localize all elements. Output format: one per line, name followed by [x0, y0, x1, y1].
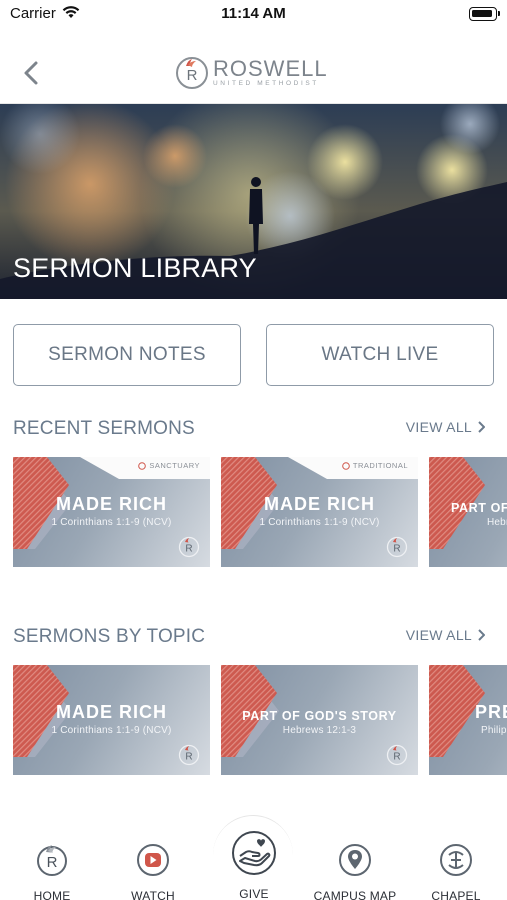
scripture-reference: 1 Corinthians 1:1-9 (NCV)	[259, 517, 380, 528]
nav-bar: R ROSWELL UNITED METHODIST	[0, 42, 507, 104]
roswell-logo-icon: R	[37, 845, 67, 876]
hero-banner: SERMON LIBRARY	[0, 104, 507, 299]
tab-bar: R HOME WATCH GIVE CAMPUS MAP CHAPEL	[0, 815, 507, 900]
church-logo: R ROSWELL UNITED METHODIST	[175, 56, 328, 90]
recent-view-all-link[interactable]: VIEW ALL	[406, 419, 485, 435]
view-all-label: VIEW ALL	[405, 627, 472, 643]
tab-label: HOME	[33, 889, 71, 900]
sermon-card[interactable]: PART OF GOD'S STORY Hebrews 12:1-3	[429, 457, 507, 567]
logo-name: ROSWELL	[213, 56, 328, 82]
roswell-logo-icon: R	[176, 57, 208, 89]
scripture-reference: 1 Corinthians 1:1-9 (NCV)	[51, 725, 172, 736]
topic-title: MADE RICH	[56, 702, 167, 722]
hero-title: SERMON LIBRARY	[13, 253, 257, 283]
tab-label: CAMPUS MAP	[313, 889, 397, 900]
service-name: TRADITIONAL	[352, 461, 408, 470]
view-all-label: VIEW ALL	[405, 419, 472, 435]
chevron-right-icon	[478, 421, 485, 433]
tab-watch[interactable]: WATCH	[103, 842, 203, 900]
sermon-title: MADE RICH	[56, 494, 167, 514]
sermons-by-topic-carousel[interactable]: MADE RICH 1 Corinthians 1:1-9 (NCV) R PA…	[13, 665, 507, 777]
svg-text:R: R	[393, 752, 400, 763]
service-label: TRADITIONAL	[342, 461, 408, 470]
roswell-mini-icon	[138, 461, 147, 470]
scripture-reference: Hebrews 12:1-3	[487, 517, 507, 528]
sermons-by-topic-heading: SERMONS BY TOPIC	[13, 626, 206, 647]
topics-view-all-link[interactable]: VIEW ALL	[406, 627, 485, 643]
service-name: SANCTUARY	[149, 461, 200, 470]
watch-live-button[interactable]: WATCH LIVE	[266, 324, 494, 386]
sermon-card[interactable]: SANCTUARY MADE RICH 1 Corinthians 1:1-9 …	[13, 457, 210, 567]
sermon-notes-button[interactable]: SERMON NOTES	[13, 324, 241, 386]
scripture-reference: 1 Corinthians 1:1-9 (NCV)	[51, 517, 172, 528]
roswell-logo-icon: R	[178, 744, 200, 766]
tab-label: WATCH	[131, 889, 175, 900]
chevron-left-icon	[24, 61, 38, 85]
give-hand-heart-icon	[232, 831, 276, 875]
roswell-logo-icon: R	[178, 536, 200, 558]
topic-card[interactable]: PART OF GOD'S STORY Hebrews 12:1-3 R	[221, 665, 418, 775]
play-icon	[137, 844, 169, 876]
chapel-icon	[440, 844, 472, 876]
tab-chapel[interactable]: CHAPEL	[406, 842, 506, 900]
battery-icon	[469, 7, 500, 21]
topic-title: PRE	[475, 702, 507, 722]
roswell-mini-icon	[342, 461, 350, 470]
svg-text:R: R	[185, 752, 192, 763]
svg-text:R: R	[187, 67, 198, 84]
sermon-card[interactable]: TRADITIONAL MADE RICH 1 Corinthians 1:1-…	[221, 457, 418, 567]
topic-card[interactable]: MADE RICH 1 Corinthians 1:1-9 (NCV) R	[13, 665, 210, 775]
roswell-logo-icon: R	[386, 536, 408, 558]
topic-title: PART OF GOD'S STORY	[242, 709, 397, 723]
recent-sermons-heading: RECENT SERMONS	[13, 418, 195, 439]
svg-text:R: R	[393, 544, 400, 555]
sermon-title: MADE RICH	[264, 494, 375, 514]
tab-label: GIVE	[239, 887, 269, 900]
sermon-title: PART OF GOD'S STORY	[451, 501, 507, 515]
svg-text:R: R	[47, 854, 58, 871]
back-button[interactable]	[16, 56, 48, 90]
tab-campus-map[interactable]: CAMPUS MAP	[305, 842, 405, 900]
tab-home[interactable]: R HOME	[2, 842, 102, 900]
scripture-reference: Philip	[481, 725, 507, 736]
status-bar: Carrier 11:14 AM	[0, 0, 507, 30]
map-pin-icon	[339, 844, 371, 876]
roswell-logo-icon: R	[386, 744, 408, 766]
chevron-right-icon	[478, 629, 485, 641]
recent-sermons-carousel[interactable]: SANCTUARY MADE RICH 1 Corinthians 1:1-9 …	[13, 457, 507, 569]
logo-subtitle: UNITED METHODIST	[213, 80, 319, 88]
topic-card[interactable]: PRE Philip	[429, 665, 507, 775]
service-label: SANCTUARY	[138, 461, 200, 470]
scripture-reference: Hebrews 12:1-3	[282, 725, 357, 736]
tab-label: CHAPEL	[431, 889, 481, 900]
status-time: 11:14 AM	[221, 5, 286, 22]
svg-text:R: R	[185, 544, 192, 555]
tab-give[interactable]: GIVE	[204, 831, 304, 900]
